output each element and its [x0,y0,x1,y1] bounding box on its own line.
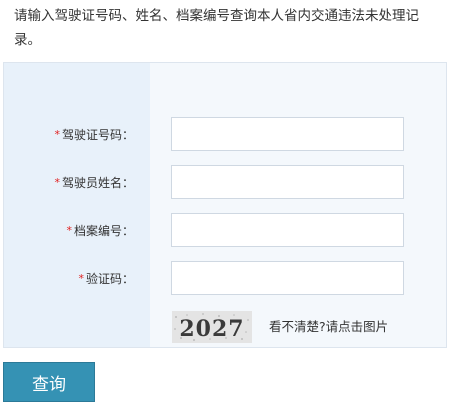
captcha-code: 2027 [179,316,244,342]
captcha-row: * 验证码： [4,261,446,297]
driver-name-row: * 驾驶员姓名： [4,165,446,201]
query-form: * 驾驶证号码： * 驾驶员姓名： * 档案编号： * 验证码： 2027 看不清楚?请… [3,62,447,348]
refresh-captcha-link[interactable]: 看不清楚?请点击图片 [269,315,388,339]
license-number-row: * 驾驶证号码： [4,117,446,153]
required-mark: * [66,224,72,237]
required-mark: * [54,128,60,141]
label-column [4,63,150,347]
required-mark: * [78,272,84,285]
driver-name-input[interactable] [171,165,404,199]
driver-name-label: * 驾驶员姓名： [54,176,134,190]
intro-text: 请输入驾驶证号码、姓名、档案编号查询本人省内交通违法未处理记录。 [14,8,419,48]
file-number-row: * 档案编号： [4,213,446,249]
required-mark: * [54,176,60,189]
captcha-label: * 验证码： [78,272,134,286]
license-number-input[interactable] [171,117,404,151]
captcha-input[interactable] [171,261,404,295]
captcha-image[interactable]: 2027 [172,311,252,343]
file-number-label: * 档案编号： [66,224,134,238]
license-number-label: * 驾驶证号码： [54,128,134,142]
search-button[interactable]: 查询 [3,362,95,402]
file-number-input[interactable] [171,213,404,247]
